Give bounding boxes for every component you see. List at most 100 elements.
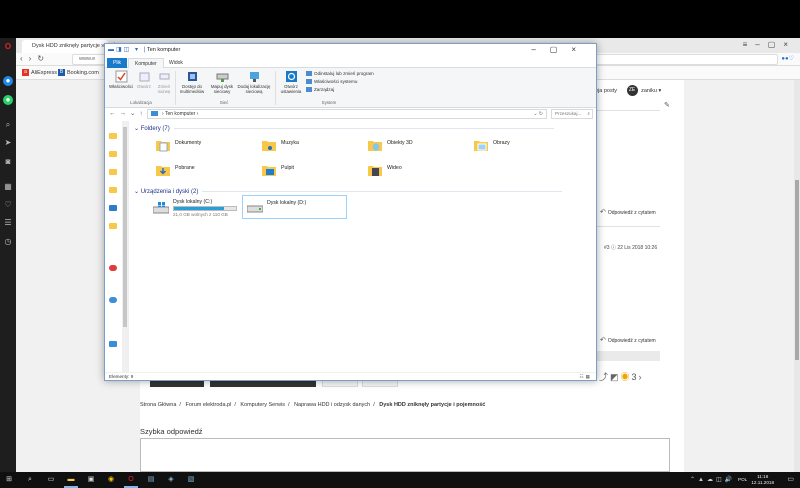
folder-label: Obiekty 3D	[387, 140, 413, 146]
this-pc-icon[interactable]	[109, 341, 117, 347]
group-network-label: Sieć	[219, 100, 229, 105]
tray-icons[interactable]: ⌃▲☁◫🔊	[690, 476, 735, 483]
extension-icons[interactable]: ●●♡	[781, 55, 794, 62]
add-network-location-button[interactable]: Dodaj lokalizację sieciową	[237, 70, 271, 94]
clock-date: 12.11.2018	[751, 480, 774, 485]
folder-icon[interactable]	[109, 133, 117, 139]
window-title: Ten komputer	[147, 47, 181, 53]
folder-icon[interactable]	[109, 223, 117, 229]
gear-icon	[285, 71, 297, 82]
system-properties-button[interactable]: Właściwości systemu	[306, 78, 357, 85]
store-icon[interactable]: ▣	[86, 475, 96, 485]
tab-view[interactable]: Widok	[163, 58, 189, 68]
system-icon	[306, 79, 312, 85]
user-menu[interactable]: ęja posty ZE zaniku ▾	[595, 85, 661, 96]
drive-d[interactable]: Dysk lokalny (D:)	[242, 195, 347, 219]
share-count: 3	[631, 372, 639, 382]
drive-usage-fill	[174, 207, 225, 210]
windows-drive-icon	[153, 202, 169, 214]
folder-3d-objects[interactable]: Obiekty 3D	[367, 137, 467, 157]
folder-desktop[interactable]: Pulpit	[261, 162, 361, 182]
nav-arrows-icon[interactable]: ‹›↻	[20, 54, 50, 63]
properties-button[interactable]: Właściwości	[108, 70, 134, 89]
clock[interactable]: 11:16 12.11.2018	[751, 474, 774, 486]
bookmark-booking[interactable]: B Booking.com	[58, 68, 99, 78]
opera-logo-icon[interactable]: O	[3, 42, 13, 52]
drive-c[interactable]: Dysk lokalny (C:) 21,0 GB wolnych z 110 …	[149, 197, 249, 219]
notifications-icon[interactable]: ▭	[787, 475, 794, 483]
clock-icon[interactable]: ◷	[3, 237, 13, 247]
folder-label: Wideo	[387, 165, 402, 171]
folder-label: Muzyka	[281, 140, 299, 146]
booking-icon: B	[58, 69, 65, 77]
path-bar[interactable]: › Ten komputer › ⌄ ↻	[147, 109, 547, 119]
share-icons[interactable]: ⤴◩◉3›	[599, 370, 644, 383]
folder-icon[interactable]	[109, 187, 117, 193]
speed-dial-icon[interactable]: ▦	[3, 182, 13, 192]
quick-access-toolbar[interactable]: ▬◨◫ ▾ |	[108, 46, 147, 53]
breadcrumb-item[interactable]: Strona Główna	[140, 402, 176, 408]
chrome-icon[interactable]: ◉	[106, 475, 116, 485]
folder-icon[interactable]	[109, 169, 117, 175]
task-view-icon[interactable]: ▭	[46, 475, 56, 485]
access-media-button[interactable]: Dostęp do multimediów	[177, 70, 207, 94]
app-icon-3[interactable]: ▧	[186, 475, 196, 485]
devices-group-header[interactable]: ⌄ Urządzenia i dyski (2)	[134, 188, 563, 195]
history-icon[interactable]: ☰	[3, 218, 13, 228]
app-icon[interactable]: ▤	[146, 475, 156, 485]
send-icon[interactable]: ➤	[3, 138, 13, 148]
folder-videos[interactable]: Wideo	[367, 162, 467, 182]
bookmark-aliexpress[interactable]: a AliExpress	[22, 68, 57, 78]
page-scrollbar[interactable]	[794, 80, 800, 472]
open-settings-button[interactable]: Otwórz ustawienia	[278, 70, 304, 94]
reply-quote-link-2[interactable]: ↶ Odpowiedź z cytatem	[600, 336, 656, 344]
app-icon-2[interactable]: ◈	[166, 475, 176, 485]
breadcrumb-item[interactable]: Komputery Serwis	[240, 402, 285, 408]
address-text: www.e	[79, 56, 96, 62]
search-icon[interactable]: ⌕	[25, 475, 35, 485]
opera-sidebar: O ● ● ⌕ ➤ ◙ ▦ ♡ ☰ ◷	[0, 38, 16, 472]
opera-icon[interactable]: O	[126, 475, 136, 485]
reply-quote-link[interactable]: ↶ Odpowiedź z cytatem	[600, 208, 656, 216]
folder-music[interactable]: Muzyka	[261, 137, 361, 157]
folder-icon[interactable]	[109, 151, 117, 157]
folder-pictures[interactable]: Obrazy	[473, 137, 573, 157]
properties-icon	[115, 70, 127, 83]
language-indicator[interactable]: POL	[738, 477, 747, 482]
search-input[interactable]: Przeszukaj... ⌕	[551, 109, 593, 119]
camera-icon[interactable]: ◙	[3, 157, 13, 167]
drive-label: Dysk lokalny (C:)	[173, 199, 213, 205]
breadcrumb-item[interactable]: Naprawa HDD i odzysk danych	[294, 402, 370, 408]
manage-button[interactable]: Zarządzaj	[306, 86, 334, 93]
group-system-label: System	[321, 100, 337, 105]
folder-downloads[interactable]: Pobrane	[155, 162, 255, 182]
open-icon	[139, 72, 149, 82]
start-icon[interactable]: ⊞	[4, 475, 14, 485]
file-explorer-icon[interactable]: ▬	[66, 475, 76, 485]
heart-icon[interactable]: ♡	[3, 200, 13, 210]
browser-window-controls[interactable]: ≡–▢×	[743, 40, 796, 49]
search-icon[interactable]: ⌕	[3, 120, 13, 130]
messenger-icon[interactable]: ●	[3, 76, 13, 86]
pin-icon[interactable]: ✎	[664, 101, 670, 109]
item-count: Elementy: 9	[109, 374, 134, 379]
folders-group-header[interactable]: ⌄ Foldery (7)	[134, 125, 554, 132]
open-button[interactable]: Otwórz	[134, 70, 154, 89]
uninstall-button[interactable]: Odinstaluj lub zmień program	[306, 70, 374, 77]
view-toggle-icons[interactable]: ☷▦	[580, 373, 592, 381]
whatsapp-icon[interactable]: ●	[3, 95, 13, 105]
nav-buttons-icon[interactable]: ←→⌄↑	[109, 109, 147, 117]
rename-button[interactable]: Zmień nazwę	[154, 70, 174, 94]
folder-documents[interactable]: Dokumenty	[155, 137, 255, 157]
browser-tab[interactable]: Dysk HDD zniknęły partycje ×	[22, 40, 108, 53]
folder-icon[interactable]	[109, 205, 117, 211]
breadcrumb-item[interactable]: Forum elektroda.pl	[185, 402, 231, 408]
quick-reply-textarea[interactable]	[140, 438, 670, 472]
taskbar: ⊞ ⌕ ▭ ▬ ▣ ◉ O ▤ ◈ ▧ ⌃▲☁◫🔊 POL 11:16 12.1…	[0, 472, 800, 488]
navigation-scrollbar[interactable]	[122, 121, 128, 372]
onedrive-icon[interactable]	[109, 297, 117, 303]
opera-folder-icon[interactable]	[109, 265, 117, 271]
tab-file[interactable]: Plik	[107, 58, 128, 68]
explorer-window-controls[interactable]: –▢×	[531, 45, 590, 54]
map-drive-button[interactable]: Mapuj dysk sieciowy	[208, 70, 236, 94]
